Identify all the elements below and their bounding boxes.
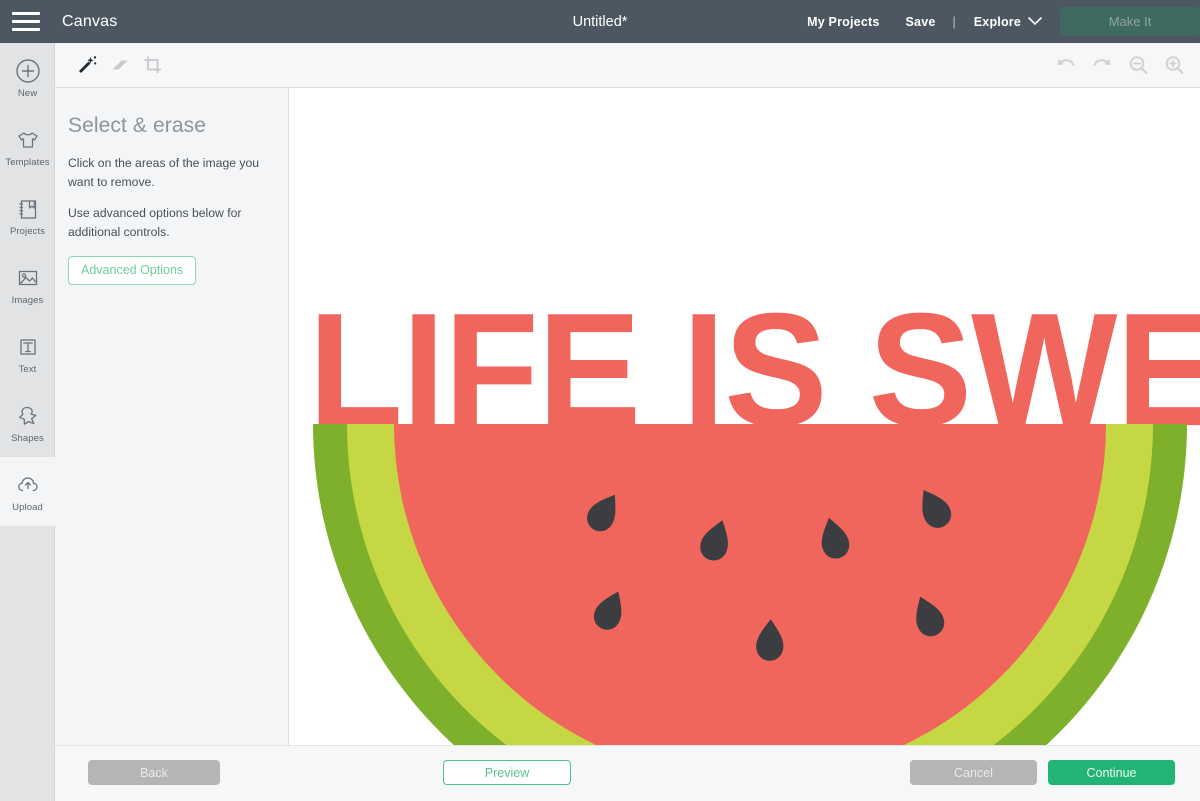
cricut-design-space-window: Canvas Untitled* My Projects Save | Expl… [0, 0, 1200, 801]
continue-button[interactable]: Continue [1048, 760, 1175, 785]
panel-title: Select & erase [68, 114, 206, 137]
sidebar-item-label: Projects [9, 225, 46, 237]
canvas-area[interactable]: LIFE IS SWEET [290, 88, 1200, 745]
header-actions: My Projects Save | Explore Make It [794, 0, 1200, 43]
sidebar-item-templates[interactable]: Templates [0, 112, 55, 181]
undo-icon[interactable] [1054, 53, 1078, 77]
header-divider: | [952, 14, 956, 29]
sidebar-item-label: Templates [5, 156, 50, 168]
sidebar-item-shapes[interactable]: Shapes [0, 388, 55, 457]
page-title: Canvas [62, 12, 118, 30]
watermelon-artwork[interactable]: LIFE IS SWEET [290, 88, 1200, 745]
select-erase-panel: Select & erase Click on the areas of the… [55, 88, 289, 745]
footer-bar: Back Preview Cancel Continue [55, 745, 1200, 801]
image-icon [18, 270, 37, 285]
make-it-button[interactable]: Make It [1060, 7, 1200, 36]
preview-button[interactable]: Preview [443, 760, 571, 785]
magic-wand-icon[interactable] [75, 53, 99, 77]
notebook-icon [19, 199, 36, 219]
sidebar-item-label: Text [18, 363, 37, 375]
app-header: Canvas Untitled* My Projects Save | Expl… [0, 0, 1200, 43]
my-projects-link[interactable]: My Projects [807, 15, 879, 29]
editor-toolbar [55, 43, 1200, 88]
redo-icon[interactable] [1090, 53, 1114, 77]
sidebar-item-label: Shapes [11, 432, 44, 444]
sidebar-item-images[interactable]: Images [0, 250, 55, 319]
sidebar-item-upload[interactable]: Upload [0, 457, 55, 526]
sidebar-item-new[interactable]: New [0, 43, 55, 112]
explore-label: Explore [973, 14, 1021, 29]
crop-icon[interactable] [141, 53, 165, 77]
sidebar-item-label: Images [11, 294, 44, 306]
advanced-options-button[interactable]: Advanced Options [68, 256, 197, 285]
toolbar-left-group [75, 53, 165, 77]
toolbar-right-group [1054, 53, 1186, 77]
hamburger-menu-icon[interactable] [0, 0, 52, 43]
zoom-out-icon[interactable] [1126, 53, 1150, 77]
sidebar-item-label: New [17, 87, 38, 99]
chevron-down-icon [1028, 17, 1042, 26]
cancel-button[interactable]: Cancel [910, 760, 1037, 785]
save-button[interactable]: Save [906, 15, 936, 29]
star-shape-icon [18, 406, 36, 425]
panel-instruction-1: Click on the areas of the image you want… [68, 156, 260, 189]
explore-dropdown[interactable]: Explore [974, 15, 1042, 29]
document-title: Untitled* [572, 13, 628, 30]
eraser-icon[interactable] [108, 53, 132, 77]
text-t-icon [19, 338, 36, 355]
sidebar-item-projects[interactable]: Projects [0, 181, 55, 250]
plus-circle-icon [15, 58, 40, 83]
left-sidebar: New Templates Projects Images Text Shape… [0, 43, 55, 801]
panel-instruction-2: Use advanced options below for additiona… [68, 206, 242, 239]
tshirt-icon [17, 131, 38, 148]
sidebar-item-text[interactable]: Text [0, 319, 55, 388]
watermelon-slice [313, 424, 1187, 745]
sidebar-item-label: Upload [12, 501, 43, 513]
back-button[interactable]: Back [88, 760, 220, 785]
zoom-in-icon[interactable] [1162, 53, 1186, 77]
upload-cloud-icon [17, 476, 38, 491]
